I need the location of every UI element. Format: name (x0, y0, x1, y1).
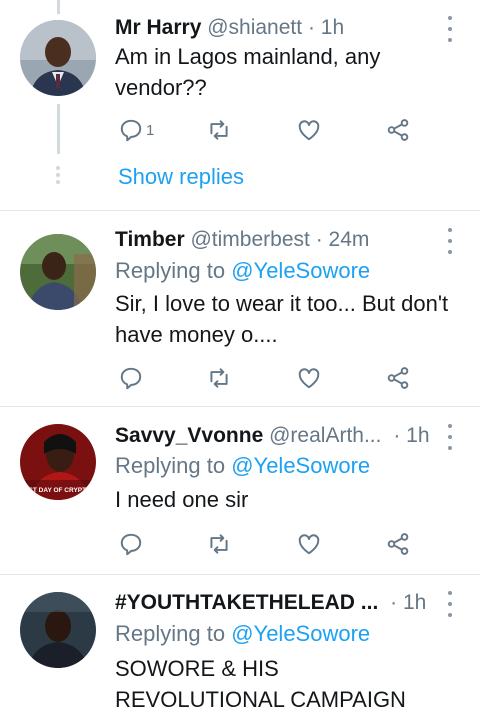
avatar-caption: 1ST DAY OF CRYPTO (25, 487, 91, 494)
more-options-icon[interactable] (442, 591, 458, 617)
tweet-actions: 1 (118, 116, 418, 144)
tweet-header: Savvy_Vvonne @realArth... · 1h (115, 424, 440, 454)
tweet-header: Timber @timberbest · 24m (115, 228, 440, 258)
more-options-icon[interactable] (442, 424, 458, 450)
retweet-icon (210, 120, 228, 140)
replying-to: Replying to @YeleSowore (115, 258, 370, 284)
divider (0, 574, 480, 575)
thread-dots (56, 166, 61, 184)
separator: · (390, 591, 398, 614)
tweet-text: Sir, I love to wear it too... But don't … (115, 291, 449, 347)
share-icon (387, 533, 409, 555)
display-name[interactable]: Savvy_Vvonne (115, 424, 263, 447)
tweet-actions (118, 530, 418, 558)
mention-link[interactable]: @YeleSowore (231, 258, 370, 283)
divider (0, 210, 480, 211)
reply-button[interactable]: 1 (118, 116, 154, 144)
replying-prefix: Replying to (115, 258, 226, 283)
avatar[interactable]: 1ST DAY OF CRYPTO (20, 424, 96, 500)
reply-icon (120, 367, 142, 390)
thread-line-middle (57, 104, 60, 154)
reply-icon (120, 533, 142, 556)
retweet-button[interactable] (206, 364, 232, 392)
separator: · (315, 228, 323, 251)
reply-button[interactable] (118, 364, 144, 392)
display-name[interactable]: Timber (115, 228, 185, 251)
retweet-button[interactable] (206, 530, 232, 558)
reply-count: 1 (146, 121, 155, 139)
heart-icon (298, 534, 320, 555)
display-name[interactable]: Mr Harry (115, 16, 201, 39)
like-button[interactable] (296, 530, 322, 558)
replying-to: Replying to @YeleSowore (115, 621, 370, 647)
divider (0, 406, 480, 407)
timestamp[interactable]: 1h (406, 424, 429, 447)
replying-prefix: Replying to (115, 453, 226, 478)
mention-link[interactable]: @YeleSowore (231, 621, 370, 646)
tweet-text: I need one sir (115, 487, 249, 512)
retweet-icon (210, 368, 228, 388)
replying-to: Replying to @YeleSowore (115, 453, 370, 479)
user-handle[interactable]: @shianett (207, 16, 302, 39)
display-name[interactable]: #YOUTHTAKETHELEAD ... (115, 591, 378, 614)
user-handle[interactable]: @timberbest (190, 228, 309, 251)
share-icon (387, 367, 409, 389)
more-options-icon[interactable] (442, 228, 458, 254)
share-button[interactable] (385, 116, 411, 144)
mention-link[interactable]: @YeleSowore (231, 453, 370, 478)
tweet-text: Am in Lagos mainland, any vendor?? (115, 44, 381, 100)
avatar[interactable] (20, 234, 96, 310)
heart-icon (298, 368, 320, 389)
avatar[interactable] (20, 20, 96, 96)
avatar[interactable] (20, 592, 96, 668)
more-options-icon[interactable] (442, 16, 458, 42)
retweet-button[interactable] (206, 116, 232, 144)
replying-prefix: Replying to (115, 621, 226, 646)
retweet-icon (210, 534, 228, 554)
reply-icon (120, 119, 142, 142)
reply-button[interactable] (118, 530, 144, 558)
timestamp[interactable]: 1h (403, 591, 426, 614)
tweet-actions (118, 364, 418, 392)
tweet-text: SOWORE & HIS REVOLUTIONAL CAMPAIGN (115, 656, 406, 712)
share-icon (387, 119, 409, 141)
separator: · (393, 424, 401, 447)
separator: · (307, 16, 315, 39)
like-button[interactable] (296, 116, 322, 144)
user-handle[interactable]: @realArth... (269, 424, 381, 447)
like-button[interactable] (296, 364, 322, 392)
timestamp[interactable]: 1h (321, 16, 344, 39)
heart-icon (298, 120, 320, 141)
share-button[interactable] (385, 364, 411, 392)
timestamp[interactable]: 24m (329, 228, 370, 251)
show-replies-link[interactable]: Show replies (118, 164, 244, 190)
thread-line-top (57, 0, 60, 14)
share-button[interactable] (385, 530, 411, 558)
tweet-header: #YOUTHTAKETHELEAD ... · 1h (115, 591, 440, 621)
